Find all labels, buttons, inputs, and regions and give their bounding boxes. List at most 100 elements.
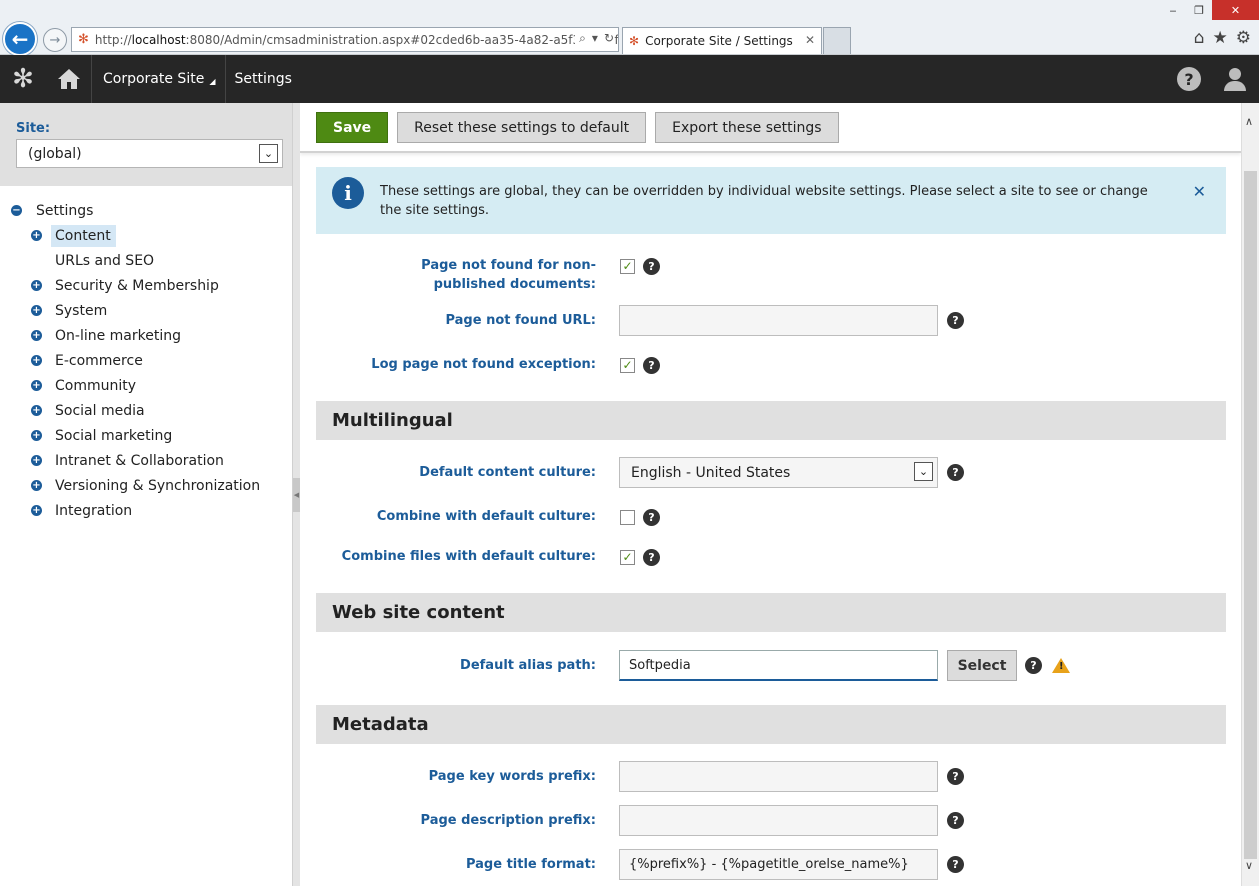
tree-item-label: Social marketing [55,427,173,444]
favorites-star-icon[interactable]: ★ [1213,28,1228,48]
expand-icon[interactable]: + [31,355,42,366]
minimize-icon[interactable]: ‒ [1160,0,1186,20]
expand-icon[interactable]: + [31,380,42,391]
user-avatar-icon[interactable] [1223,67,1247,91]
expand-icon[interactable]: + [31,480,42,491]
combine-files-checkbox[interactable]: ✓ [620,550,635,565]
expand-icon[interactable]: + [31,455,42,466]
description-prefix-input[interactable] [619,805,938,836]
tree-item[interactable]: + E-commerce [0,348,292,373]
help-icon[interactable]: ? [643,258,660,275]
log-page-not-found-checkbox[interactable]: ✓ [620,358,635,373]
info-message: i These settings are global, they can be… [316,167,1226,234]
dashboard-home-button[interactable] [46,55,92,103]
expand-icon[interactable]: + [31,430,42,441]
help-icon[interactable]: ? [643,357,660,374]
tree-item[interactable]: + Versioning & Synchronization [0,473,292,498]
select-alias-button[interactable]: Select [947,650,1017,681]
scrollbar-thumb[interactable] [1244,171,1257,859]
tree-item-label: Integration [55,502,133,519]
section-web-site-content: Web site content [316,593,1226,632]
new-tab-button[interactable] [823,27,851,54]
help-icon[interactable]: ? [643,549,660,566]
setting-label: Default content culture: [419,465,596,480]
gear-icon[interactable]: ⚙ [1236,28,1251,48]
tree-item[interactable]: + On-line marketing [0,323,292,348]
keywords-prefix-input[interactable] [619,761,938,792]
expand-icon[interactable]: + [31,280,42,291]
section-multilingual: Multilingual [316,401,1226,440]
tree-item-label: E-commerce [55,352,143,369]
warning-icon[interactable]: ! [1052,658,1070,673]
page-not-found-url-input[interactable] [619,305,938,336]
tree-root-settings[interactable]: − Settings [0,198,292,223]
refresh-icon[interactable]: ↻ [604,31,614,46]
address-bar[interactable]: ✻ http://localhost:8080/Admin/cmsadminis… [71,27,619,52]
tree-item-label: Community [55,377,137,394]
help-icon[interactable]: ? [947,312,964,329]
help-icon[interactable]: ? [947,856,964,873]
expand-icon[interactable]: + [31,230,42,241]
window-close-icon[interactable]: ✕ [1212,0,1259,20]
help-icon[interactable]: ? [947,812,964,829]
tree-item[interactable]: + Security & Membership [0,273,292,298]
tab-favicon-icon: ✻ [629,34,640,48]
expand-icon[interactable]: + [31,305,42,316]
expand-icon[interactable]: + [31,330,42,341]
help-icon[interactable]: ? [1177,67,1201,91]
title-format-input[interactable]: {%prefix%} - {%pagetitle_orelse_name%} [619,849,938,880]
tree-item[interactable]: URLs and SEO [0,248,292,273]
back-button[interactable]: ← [3,22,37,56]
page-not-found-nonpublished-checkbox[interactable]: ✓ [620,259,635,274]
tree-item[interactable]: + Community [0,373,292,398]
vertical-scrollbar[interactable]: ∧ ∨ [1241,103,1259,886]
panel-splitter[interactable]: ◀ [292,103,300,886]
reset-settings-button[interactable]: Reset these settings to default [397,112,647,143]
tree-item[interactable]: + System [0,298,292,323]
export-settings-button[interactable]: Export these settings [655,112,839,143]
site-filter: Site: (global) ⌄ [0,103,292,186]
app-header: ✻ Corporate Site ◢ Settings ? [0,55,1259,103]
site-dropdown-value: (global) [28,145,82,162]
splitter-grip-icon[interactable]: ◀ [293,478,300,512]
close-icon[interactable]: ✕ [1193,182,1206,234]
expand-icon[interactable]: + [31,405,42,416]
expand-icon[interactable]: + [31,505,42,516]
help-icon[interactable]: ? [947,464,964,481]
tree-item[interactable]: + Social media [0,398,292,423]
restore-icon[interactable]: ❐ [1186,0,1212,20]
help-icon[interactable]: ? [1025,657,1042,674]
browser-tools: ⌂ ★ ⚙ [1194,28,1251,48]
site-label: Site: [16,121,51,136]
default-culture-value: English - United States [631,464,791,481]
tab-close-icon[interactable]: ✕ [805,33,815,47]
setting-label: Default alias path: [460,658,596,673]
url-prefix: http:// [94,32,132,47]
collapse-icon[interactable]: − [11,205,22,216]
tree-item-label: Versioning & Synchronization [55,477,261,494]
home-icon[interactable]: ⌂ [1194,28,1205,48]
forward-button[interactable]: → [43,28,67,52]
site-selector[interactable]: Corporate Site ◢ [92,55,227,103]
default-alias-path-input[interactable]: Softpedia [619,650,938,681]
tree-item[interactable]: + Content [0,223,292,248]
setting-label: Combine with default culture: [376,509,596,524]
settings-toolbar: Save Reset these settings to default Exp… [300,103,1241,153]
save-button[interactable]: Save [316,112,389,143]
help-icon[interactable]: ? [643,509,660,526]
address-dropdown-icon[interactable]: ▾ [592,31,598,46]
tree-item[interactable]: + Social marketing [0,423,292,448]
scroll-up-icon[interactable]: ∧ [1245,115,1253,128]
scroll-down-icon[interactable]: ∨ [1245,859,1253,872]
tree-item[interactable]: + Intranet & Collaboration [0,448,292,473]
chevron-down-icon: ⌄ [259,144,278,163]
combine-default-culture-checkbox[interactable] [620,510,635,525]
kentico-logo-icon[interactable]: ✻ [0,55,46,103]
url-path: :8080/Admin/cmsadministration.aspx#02cde… [185,32,619,47]
browser-tab-active[interactable]: ✻ Corporate Site / Settings ✕ [622,27,822,54]
site-dropdown[interactable]: (global) ⌄ [16,139,283,168]
tree-item[interactable]: + Integration [0,498,292,523]
search-icon[interactable]: ⌕ [579,31,586,46]
help-icon[interactable]: ? [947,768,964,785]
default-culture-dropdown[interactable]: English - United States ⌄ [619,457,938,488]
